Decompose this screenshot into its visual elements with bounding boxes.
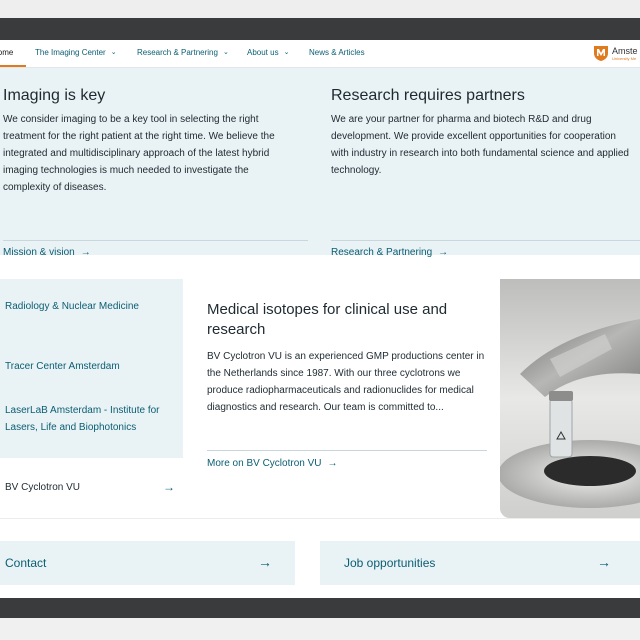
website-screen: Home The Imaging Center ⌄ Research & Part…: [0, 40, 640, 598]
feature-title: Medical isotopes for clinical use and re…: [207, 301, 448, 338]
nav-news-articles[interactable]: News & Articles: [309, 48, 365, 57]
arrow-right-icon: →: [438, 247, 449, 258]
side-item-tracer-center[interactable]: Tracer Center Amsterdam: [5, 358, 170, 375]
research-partners-block: Research requires partners We are your p…: [331, 87, 636, 179]
section-text: We are your partner for pharma and biote…: [331, 114, 629, 176]
background-bottom: [0, 618, 640, 640]
contact-card[interactable]: Contact →: [0, 541, 295, 585]
nav-item-label: The Imaging Center: [35, 48, 106, 57]
arrow-right-icon: →: [258, 554, 272, 570]
side-item-cyclotron[interactable]: BV Cyclotron VU: [5, 482, 80, 493]
research-partnering-link[interactable]: Research & Partnering →: [331, 247, 448, 258]
monitor-bezel-top: [0, 18, 640, 40]
side-item-radiology[interactable]: Radiology & Nuclear Medicine: [5, 298, 170, 315]
divider: [207, 450, 487, 451]
section-separator: [0, 518, 640, 519]
nav-imaging-center[interactable]: The Imaging Center ⌄: [35, 48, 117, 57]
section-text: We consider imaging to be a key tool in …: [3, 114, 275, 193]
arrow-right-icon: →: [597, 554, 611, 570]
chevron-down-icon: ⌄: [222, 49, 229, 56]
arrow-right-icon: →: [327, 458, 338, 469]
cyclotron-more-link[interactable]: More on BV Cyclotron VU →: [207, 458, 338, 469]
link-label: Research & Partnering: [331, 247, 433, 258]
top-navigation: Home The Imaging Center ⌄ Research & Part…: [0, 40, 640, 68]
nav-research-partnering[interactable]: Research & Partnering ⌄: [137, 48, 229, 57]
link-label: More on BV Cyclotron VU: [207, 458, 322, 469]
nav-home[interactable]: Home: [0, 48, 13, 57]
mission-vision-link[interactable]: Mission & vision →: [3, 247, 91, 258]
nav-item-label: About us: [247, 48, 279, 57]
divider: [331, 240, 640, 241]
nav-item-label: Research & Partnering: [137, 48, 218, 57]
card-label: Contact: [5, 556, 47, 570]
job-opportunities-card[interactable]: Job opportunities →: [320, 541, 640, 585]
lead-pot-vial-photo: [500, 279, 640, 518]
card-label: Job opportunities: [344, 556, 436, 570]
side-item-laserlab[interactable]: LaserLaB Amsterdam - Institute for Laser…: [5, 402, 170, 436]
nav-about-us[interactable]: About us ⌄: [247, 48, 289, 57]
arrow-right-icon[interactable]: →: [163, 480, 175, 494]
logo-subtext: University Me: [612, 56, 637, 61]
section-title: Research requires partners: [331, 87, 525, 104]
university-logo-icon[interactable]: [593, 44, 609, 62]
intro-band: Imaging is key We consider imaging to be…: [0, 68, 640, 258]
feature-text: BV Cyclotron VU is an experienced GMP pr…: [207, 351, 485, 413]
divider: [3, 240, 308, 241]
chevron-down-icon: ⌄: [283, 49, 290, 56]
link-label: Mission & vision: [3, 247, 75, 258]
section-title: Imaging is key: [3, 87, 106, 104]
monitor-bezel-bottom: [0, 598, 640, 618]
chevron-down-icon: ⌄: [110, 49, 117, 56]
imaging-key-block: Imaging is key We consider imaging to be…: [3, 87, 293, 196]
arrow-right-icon: →: [80, 247, 91, 258]
active-nav-indicator: [0, 65, 26, 67]
logo-text[interactable]: Amste: [612, 46, 638, 56]
